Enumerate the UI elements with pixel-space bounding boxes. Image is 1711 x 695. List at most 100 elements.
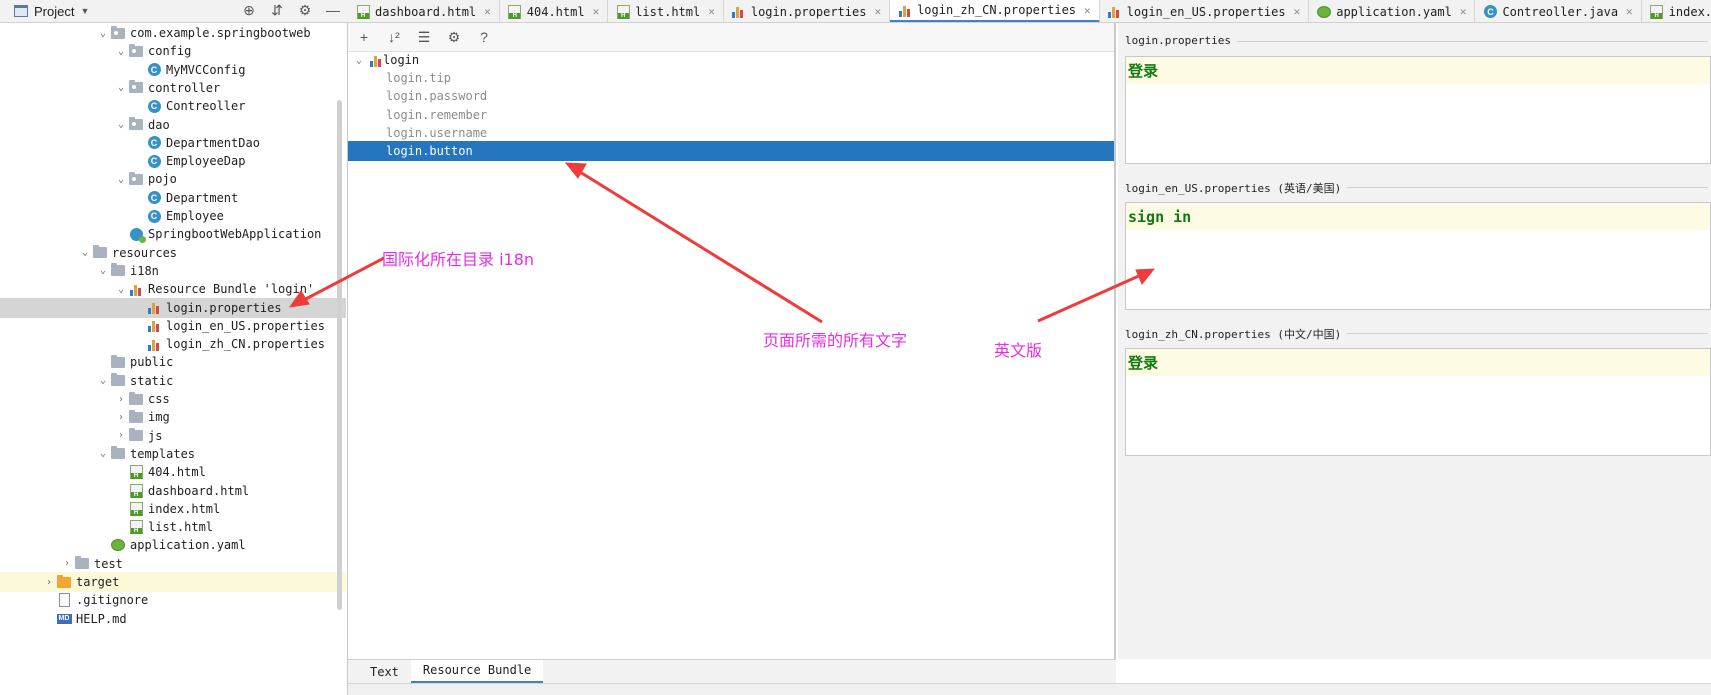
chevron-down-icon[interactable]: ⌄ [78,247,92,258]
editor-tab[interactable]: application.yaml ✕ [1309,0,1476,22]
tree-item[interactable]: ⌄ resources [0,243,346,263]
tree-item-label: resources [112,245,178,260]
chevron-right-icon[interactable]: › [114,430,128,441]
property-key-row[interactable]: login.tip [348,68,1114,88]
close-icon[interactable]: ✕ [593,5,600,18]
bottom-tab[interactable]: Text [358,660,411,684]
tree-item[interactable]: login.properties [0,297,346,318]
tree-item[interactable]: › target [0,572,346,592]
value-text[interactable]: sign in [1126,203,1710,230]
chevron-down-icon[interactable]: ⌄ [114,46,128,57]
value-editor[interactable]: 登录 [1125,348,1711,456]
tree-item[interactable]: C Employee [0,206,346,226]
chevron-down-icon[interactable]: ⌄ [96,265,110,276]
tree-item[interactable]: ⌄ controller [0,78,346,98]
editor-tab-bar: dashboard.html✕404.html✕list.html✕login.… [348,0,1711,23]
tree-scrollbar[interactable] [337,100,342,610]
tree-item[interactable]: dashboard.html [0,481,346,501]
tree-item[interactable]: › js [0,426,346,446]
group-icon[interactable]: ☰ [416,29,432,46]
bundle-root-key[interactable]: ⌄ login [348,50,1114,70]
close-icon[interactable]: ✕ [708,5,715,18]
property-key-row[interactable]: login.button [348,141,1114,162]
tree-item[interactable]: MD HELP.md [0,609,346,629]
chevron-right-icon[interactable]: › [60,558,74,569]
tree-item[interactable]: C MyMVCConfig [0,60,346,80]
close-icon[interactable]: ✕ [1626,5,1633,18]
add-icon[interactable]: + [356,29,372,45]
chevron-down-icon[interactable]: ⌄ [96,448,110,459]
tree-item[interactable]: ⌄ config [0,41,346,61]
editor-tab[interactable]: 404.html ✕ [500,0,609,22]
close-icon[interactable]: ✕ [874,5,881,18]
property-key-row[interactable]: login.username [348,123,1114,143]
value-text[interactable]: 登录 [1126,349,1710,376]
tree-item-label: public [130,355,174,370]
tree-item[interactable]: list.html [0,517,346,537]
close-icon[interactable]: ✕ [1084,4,1091,17]
chevron-down-icon[interactable]: ⌄ [348,55,370,66]
value-text[interactable]: 登录 [1126,57,1710,84]
tree-item[interactable]: C EmployeeDap [0,151,346,171]
value-editor[interactable]: 登录 [1125,56,1711,164]
tree-item[interactable]: 404.html [0,462,346,482]
tree-item[interactable]: ⌄ static [0,371,346,391]
property-key-label: login.username [386,125,488,140]
editor-tab[interactable]: dashboard.html ✕ [348,0,500,22]
tree-item[interactable]: ⌄ Resource Bundle 'login' [0,279,346,299]
help-icon[interactable]: ? [476,29,492,45]
chevron-down-icon[interactable]: ⌄ [114,119,128,130]
folder-icon [110,446,126,461]
tree-item[interactable]: C Department [0,188,346,208]
tree-item[interactable]: public [0,352,346,372]
close-icon[interactable]: ✕ [1294,5,1301,18]
tree-item[interactable]: ⌄ dao [0,115,346,135]
tree-item[interactable]: ⌄ templates [0,444,346,464]
tree-item[interactable]: › img [0,407,346,427]
chevron-down-icon[interactable]: ⌄ [114,82,128,93]
close-icon[interactable]: ✕ [484,5,491,18]
tree-item[interactable]: login_zh_CN.properties [0,334,346,354]
chevron-down-icon[interactable]: ⌄ [114,284,128,295]
chevron-down-icon[interactable]: ▼ [80,6,89,16]
tree-item[interactable]: C Contreoller [0,96,346,116]
bottom-tab[interactable]: Resource Bundle [410,659,544,684]
tree-item[interactable]: ⌄ pojo [0,169,346,189]
locate-icon[interactable]: ⊕ [240,2,258,19]
sort-icon[interactable]: ↓² [386,29,402,45]
tree-item[interactable]: ⌄ i18n [0,261,346,281]
close-icon[interactable]: ✕ [1460,5,1467,18]
chevron-down-icon[interactable]: ⌄ [96,28,110,39]
editor-tab[interactable]: list.html ✕ [608,0,724,22]
editor-tab[interactable]: index.html✕ [1642,0,1711,22]
project-title[interactable]: Project [34,4,74,19]
chevron-right-icon[interactable]: › [114,394,128,405]
tree-item[interactable]: .gitignore [0,590,346,610]
tree-item-label: test [94,556,123,571]
tree-item[interactable]: › css [0,389,346,409]
gear-icon[interactable]: ⚙ [296,2,314,19]
chevron-right-icon[interactable]: › [114,412,128,423]
editor-tab[interactable]: login_en_US.properties ✕ [1100,0,1310,22]
chevron-down-icon[interactable]: ⌄ [114,174,128,185]
value-editor[interactable]: sign in [1125,202,1711,310]
settings-icon[interactable]: ⚙ [446,29,462,46]
tree-item[interactable]: application.yaml [0,535,346,555]
java-class-icon: C [146,191,162,205]
tree-item[interactable]: index.html [0,499,346,519]
editor-tab[interactable]: C Contreoller.java ✕ [1475,0,1642,22]
property-key-label: login.tip [386,71,452,85]
editor-tab[interactable]: login.properties ✕ [724,0,891,22]
chevron-down-icon[interactable]: ⌄ [96,375,110,386]
tree-item[interactable]: C DepartmentDao [0,133,346,153]
property-key-row[interactable]: login.remember [348,105,1114,125]
hide-icon[interactable]: — [324,2,342,19]
editor-tab[interactable]: login_zh_CN.properties ✕ [890,0,1100,22]
tree-item[interactable]: login_en_US.properties [0,316,346,336]
tree-item[interactable]: SpringbootWebApplication [0,224,346,244]
tree-item[interactable]: › test [0,554,346,574]
collapse-all-icon[interactable]: ⇵ [268,2,286,19]
property-key-row[interactable]: login.password [348,86,1114,106]
chevron-right-icon[interactable]: › [42,577,56,588]
tree-item[interactable]: ⌄ com.example.springbootweb [0,23,346,43]
